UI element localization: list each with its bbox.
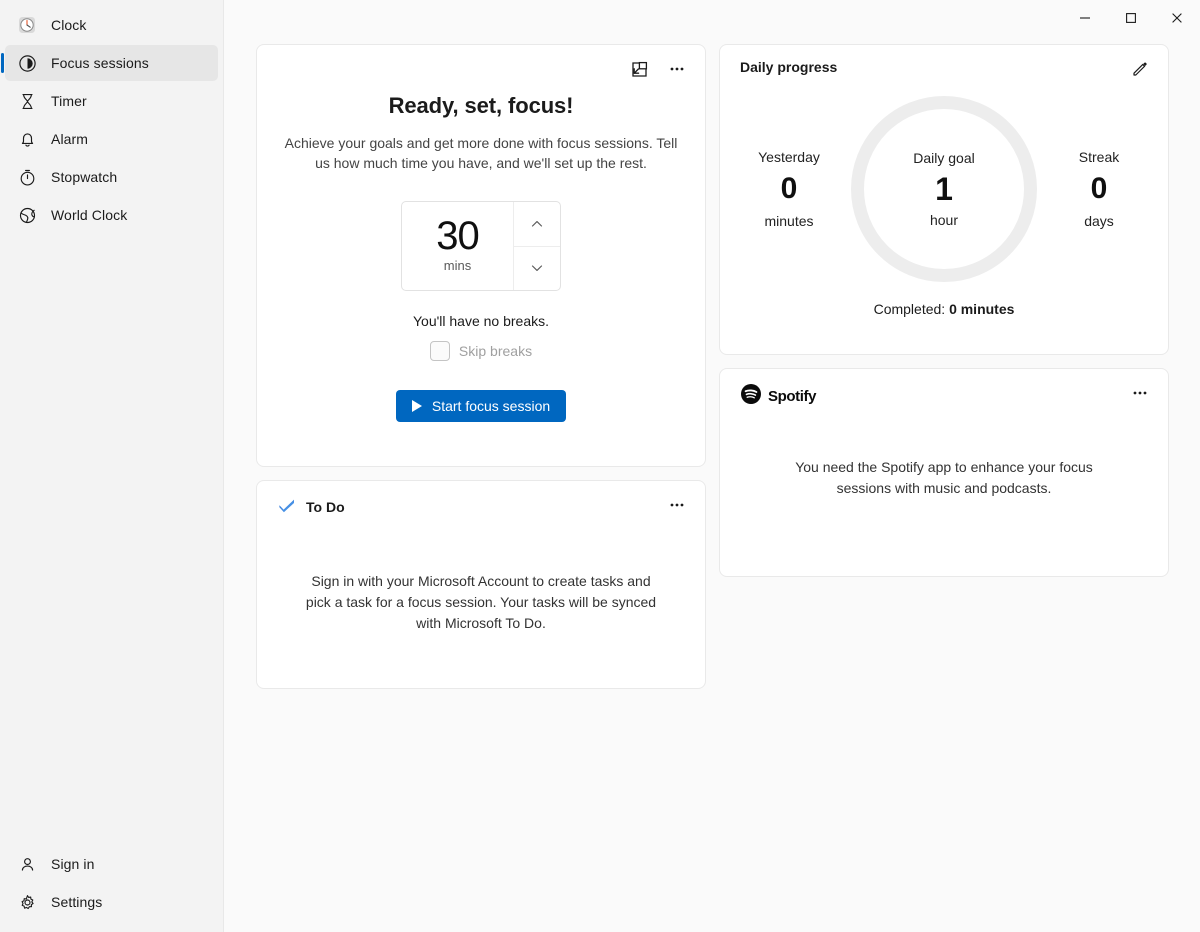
compact-overlay-icon[interactable] [625,55,653,83]
sidebar-item-label: Focus sessions [51,55,149,71]
spotify-card-body: You need the Spotify app to enhance your… [740,457,1148,499]
more-options-icon[interactable] [1126,379,1154,407]
progress-card-actions [1126,55,1154,83]
sidebar-item-sign-in[interactable]: Sign in [5,846,218,882]
app-title-label: Clock [51,17,87,33]
streak-unit: days [1051,213,1147,229]
person-icon [17,854,37,874]
sidebar-item-timer[interactable]: Timer [5,83,218,119]
edit-pencil-icon[interactable] [1126,55,1154,83]
sidebar-item-label: Stopwatch [51,169,117,185]
daily-goal-content: Daily goal 1 hour [913,150,974,228]
completed-prefix: Completed: [874,301,949,317]
todo-card-body: Sign in with your Microsoft Account to c… [277,571,685,634]
skip-breaks-checkbox[interactable] [430,341,450,361]
daily-goal-label: Daily goal [913,150,974,166]
spotify-icon [740,383,762,410]
stopwatch-icon [17,167,37,187]
maximize-button[interactable] [1108,0,1154,36]
daily-goal-unit: hour [913,212,974,228]
spotify-card: Spotify You need the Spotify app to enha… [719,368,1169,577]
sidebar-item-focus-sessions[interactable]: Focus sessions [5,45,218,81]
yesterday-stat: Yesterday 0 minutes [741,149,837,229]
focus-minutes-value: 30 [436,215,479,257]
alarm-icon [17,129,37,149]
yesterday-label: Yesterday [741,149,837,165]
yesterday-unit: minutes [741,213,837,229]
navigation-sidebar: Clock Focus sessions Timer [0,0,224,932]
sidebar-item-label: World Clock [51,207,127,223]
focus-sessions-icon [17,53,37,73]
right-column: Daily progress Yesterday 0 minutes Daily… [719,44,1169,577]
start-focus-session-button[interactable]: Start focus session [396,390,566,422]
sidebar-item-stopwatch[interactable]: Stopwatch [5,159,218,195]
sidebar-item-label: Timer [51,93,87,109]
clock-app-icon [17,15,37,35]
sidebar-top-group: Clock Focus sessions Timer [0,0,223,235]
skip-breaks-label: Skip breaks [459,343,532,359]
focus-description: Achieve your goals and get more done wit… [281,133,681,173]
microsoft-todo-icon [277,495,297,520]
sidebar-item-label: Alarm [51,131,88,147]
daily-progress-body: Yesterday 0 minutes Daily goal 1 hour [740,89,1148,289]
breaks-status-text: You'll have no breaks. [413,313,549,329]
sidebar-item-alarm[interactable]: Alarm [5,121,218,157]
todo-card-title: To Do [306,499,345,515]
start-button-label: Start focus session [432,398,550,414]
chevron-up-icon[interactable] [514,202,560,247]
world-clock-icon [17,205,37,225]
minimize-button[interactable] [1062,0,1108,36]
focus-card-actions [625,55,691,83]
window-controls [1062,0,1200,36]
app-title-row: Clock [5,7,218,43]
streak-label: Streak [1051,149,1147,165]
main-content: Ready, set, focus! Achieve your goals an… [224,0,1200,932]
close-button[interactable] [1154,0,1200,36]
chevron-down-icon[interactable] [514,247,560,291]
spotify-card-header: Spotify [740,383,1148,410]
more-options-icon[interactable] [663,491,691,519]
focus-session-card: Ready, set, focus! Achieve your goals an… [256,44,706,467]
play-icon [412,400,422,412]
completed-value: 0 minutes [949,301,1014,317]
daily-progress-title: Daily progress [740,59,1148,75]
stepper-value-group: 30 mins [402,202,513,290]
daily-goal-ring: Daily goal 1 hour [851,96,1037,282]
todo-card-header: To Do [277,495,685,519]
streak-stat: Streak 0 days [1051,149,1147,229]
daily-progress-card: Daily progress Yesterday 0 minutes Daily… [719,44,1169,355]
yesterday-value: 0 [741,169,837,209]
spotify-card-actions [1126,379,1154,407]
left-column: Ready, set, focus! Achieve your goals an… [256,44,706,689]
daily-goal-value: 1 [913,168,974,210]
completed-status: Completed: 0 minutes [740,301,1148,317]
clock-app-window: Clock Focus sessions Timer [0,0,1200,932]
sidebar-item-label: Sign in [51,856,95,872]
page-title: Ready, set, focus! [389,93,574,119]
sidebar-item-world-clock[interactable]: World Clock [5,197,218,233]
focus-duration-stepper[interactable]: 30 mins [401,201,561,291]
todo-card: To Do Sign in with your Microsoft Accoun… [256,480,706,689]
focus-minutes-unit: mins [444,258,471,273]
sidebar-bottom-group: Sign in Settings [0,844,223,932]
more-options-icon[interactable] [663,55,691,83]
spotify-wordmark: Spotify [768,388,816,405]
todo-card-actions [663,491,691,519]
sidebar-item-label: Settings [51,894,102,910]
skip-breaks-row[interactable]: Skip breaks [430,341,532,361]
timer-icon [17,91,37,111]
sidebar-item-settings[interactable]: Settings [5,884,218,920]
stepper-buttons [513,202,560,290]
streak-value: 0 [1051,169,1147,209]
gear-icon [17,892,37,912]
